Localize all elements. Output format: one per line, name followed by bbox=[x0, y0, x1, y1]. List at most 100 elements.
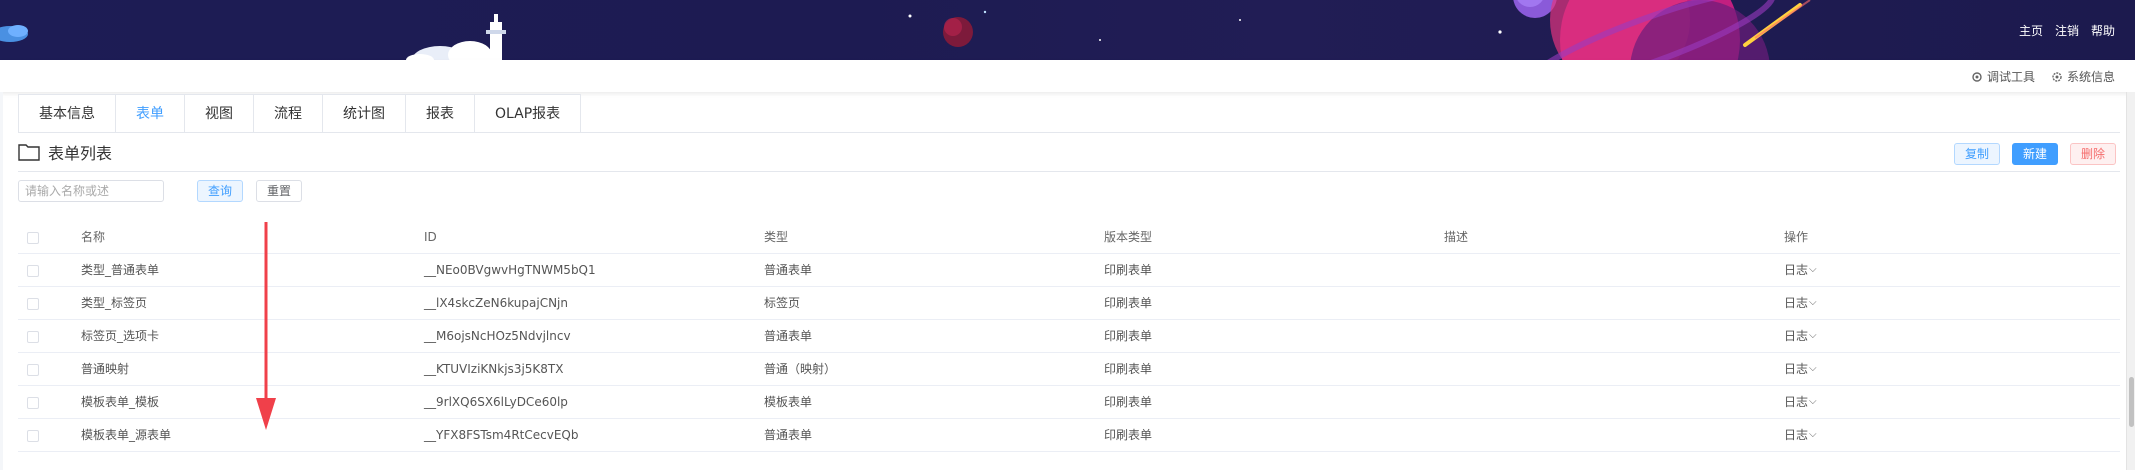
cell-version-type-text: 印刷表单 bbox=[1104, 428, 1153, 442]
cell-type: 模板表单 bbox=[764, 386, 812, 418]
banner-illustration bbox=[0, 0, 1811, 60]
forms-table: 名称 ID 类型 版本类型 描述 操作 类型_普通表单 __NEo0BVgwvHg… bbox=[18, 221, 2120, 452]
cell-id: __M6ojsNcHOz5Ndvjlncv bbox=[424, 320, 571, 352]
cell-name-text: 类型_标签页 bbox=[81, 296, 148, 310]
title-divider bbox=[18, 171, 2120, 172]
new-button[interactable]: 新建 bbox=[2011, 143, 2058, 165]
cell-type: 标签页 bbox=[764, 287, 800, 319]
cell-id-text: __YFX8FSTsm4RtCecvEQb bbox=[424, 428, 579, 442]
reset-button[interactable]: 重置 bbox=[256, 180, 303, 202]
column-header-description: 描述 bbox=[1444, 230, 1469, 244]
table-row[interactable]: 类型_标签页 __lX4skcZeN6kupajCNjn 标签页 印刷表单 日志⌵ bbox=[18, 287, 2120, 320]
cell-name-text: 普通映射 bbox=[81, 362, 130, 376]
top-nav-links: 主页 注销 帮助 bbox=[2019, 22, 2115, 39]
cell-name: 类型_普通表单 bbox=[81, 254, 159, 286]
nav-home-link[interactable]: 主页 bbox=[2019, 22, 2043, 39]
cell-id-text: __9rlXQ6SX6lLyDCe60lp bbox=[424, 395, 568, 409]
cell-name-text: 标签页_选项卡 bbox=[81, 329, 160, 343]
select-all-checkbox[interactable] bbox=[27, 232, 39, 244]
row-checkbox[interactable] bbox=[27, 265, 39, 277]
log-dropdown[interactable]: 日志⌵ bbox=[1784, 320, 1817, 354]
tab-olap-reports[interactable]: OLAP报表 bbox=[475, 95, 581, 133]
row-checkbox[interactable] bbox=[27, 364, 39, 376]
table-row[interactable]: 标签页_选项卡 __M6ojsNcHOz5Ndvjlncv 普通表单 印刷表单 日志⌵ bbox=[18, 320, 2120, 353]
cell-version-type: 印刷表单 bbox=[1104, 386, 1152, 418]
cell-name: 标签页_选项卡 bbox=[81, 320, 159, 352]
cell-id: __9rlXQ6SX6lLyDCe60lp bbox=[424, 386, 568, 418]
log-dropdown-text: 日志 bbox=[1784, 296, 1809, 310]
cell-type-text: 普通表单 bbox=[764, 329, 813, 343]
cell-type: 普通表单 bbox=[764, 320, 812, 352]
delete-button[interactable]: 删除 bbox=[2069, 143, 2116, 165]
tab-workflow[interactable]: 流程 bbox=[254, 95, 323, 133]
nav-logout-link[interactable]: 注销 bbox=[2055, 22, 2079, 39]
cell-id-text: __NEo0BVgwvHgTNWM5bQ1 bbox=[424, 263, 596, 277]
log-dropdown[interactable]: 日志⌵ bbox=[1784, 254, 1817, 288]
debug-tools-button[interactable]: 调试工具 bbox=[1971, 68, 2035, 85]
table-row[interactable]: 类型_普通表单 __NEo0BVgwvHgTNWM5bQ1 普通表单 印刷表单 日志⌵ bbox=[18, 254, 2120, 287]
copy-button[interactable]: 复制 bbox=[1953, 143, 2000, 165]
nav-help-link[interactable]: 帮助 bbox=[2091, 22, 2115, 39]
cell-type: 普通表单 bbox=[764, 419, 812, 451]
cell-name: 普通映射 bbox=[81, 353, 129, 385]
chevron-down-icon: ⌵ bbox=[1809, 297, 1817, 308]
cell-version-type: 印刷表单 bbox=[1104, 353, 1152, 385]
cell-type-text: 普通（映射） bbox=[764, 362, 837, 376]
tab-views[interactable]: 视图 bbox=[185, 95, 254, 133]
cell-version-type-text: 印刷表单 bbox=[1104, 296, 1153, 310]
row-checkbox[interactable] bbox=[27, 397, 39, 409]
search-input[interactable] bbox=[18, 180, 164, 202]
vertical-scrollbar[interactable] bbox=[2126, 92, 2135, 470]
cell-id-text: __lX4skcZeN6kupajCNjn bbox=[424, 296, 568, 310]
query-button[interactable]: 查询 bbox=[197, 180, 244, 202]
column-header-id: ID bbox=[424, 230, 437, 244]
tab-reports[interactable]: 报表 bbox=[406, 95, 475, 133]
chevron-down-icon: ⌵ bbox=[1809, 330, 1817, 341]
row-checkbox[interactable] bbox=[27, 331, 39, 343]
log-dropdown[interactable]: 日志⌵ bbox=[1784, 419, 1817, 453]
log-dropdown-text: 日志 bbox=[1784, 263, 1809, 277]
table-row[interactable]: 普通映射 __KTUVIziKNkjs3j5K8TX 普通（映射） 印刷表单 日志⌵ bbox=[18, 353, 2120, 386]
chevron-down-icon: ⌵ bbox=[1809, 396, 1817, 407]
tab-basic-info[interactable]: 基本信息 bbox=[19, 95, 116, 133]
cell-type-text: 普通表单 bbox=[764, 428, 813, 442]
cell-id: __NEo0BVgwvHgTNWM5bQ1 bbox=[424, 254, 596, 286]
log-dropdown[interactable]: 日志⌵ bbox=[1784, 353, 1817, 387]
page-title: 表单列表 bbox=[48, 144, 113, 163]
tab-charts[interactable]: 统计图 bbox=[323, 95, 406, 133]
column-header-type: 类型 bbox=[764, 230, 789, 244]
cell-type-text: 标签页 bbox=[764, 296, 801, 310]
cell-id: __YFX8FSTsm4RtCecvEQb bbox=[424, 419, 578, 451]
log-dropdown-text: 日志 bbox=[1784, 428, 1809, 442]
cell-name: 类型_标签页 bbox=[81, 287, 147, 319]
top-banner: 主页 注销 帮助 bbox=[0, 0, 2135, 60]
cell-type-text: 模板表单 bbox=[764, 395, 813, 409]
log-dropdown[interactable]: 日志⌵ bbox=[1784, 386, 1817, 420]
cell-version-type: 印刷表单 bbox=[1104, 287, 1152, 319]
action-buttons: 复制 新建 删除 bbox=[1953, 143, 2116, 165]
tab-forms[interactable]: 表单 bbox=[116, 95, 185, 133]
column-header-version-type: 版本类型 bbox=[1104, 230, 1153, 244]
scrollbar-thumb[interactable] bbox=[2129, 377, 2134, 427]
cell-name-text: 模板表单_源表单 bbox=[81, 428, 172, 442]
table-row[interactable]: 模板表单_模板 __9rlXQ6SX6lLyDCe60lp 模板表单 印刷表单 日志⌵ bbox=[18, 386, 2120, 419]
log-dropdown[interactable]: 日志⌵ bbox=[1784, 287, 1817, 321]
cell-name-text: 类型_普通表单 bbox=[81, 263, 160, 277]
system-info-button[interactable]: 系统信息 bbox=[2051, 68, 2115, 85]
log-dropdown-text: 日志 bbox=[1784, 329, 1809, 343]
cell-version-type: 印刷表单 bbox=[1104, 320, 1152, 352]
folder-icon bbox=[18, 144, 40, 161]
cell-name: 模板表单_模板 bbox=[81, 386, 159, 418]
left-edge bbox=[0, 92, 3, 470]
tabs-divider bbox=[18, 132, 2120, 133]
chevron-down-icon: ⌵ bbox=[1809, 363, 1817, 374]
cell-version-type-text: 印刷表单 bbox=[1104, 395, 1153, 409]
system-info-label: 系统信息 bbox=[2066, 70, 2115, 84]
cell-version-type: 印刷表单 bbox=[1104, 419, 1152, 451]
table-row[interactable]: 模板表单_源表单 __YFX8FSTsm4RtCecvEQb 普通表单 印刷表单 日志⌵ bbox=[18, 419, 2120, 452]
cell-version-type-text: 印刷表单 bbox=[1104, 263, 1153, 277]
row-checkbox[interactable] bbox=[27, 298, 39, 310]
row-checkbox[interactable] bbox=[27, 430, 39, 442]
tool-bar: 调试工具 系统信息 bbox=[0, 60, 2135, 92]
table-header: 名称 ID 类型 版本类型 描述 操作 bbox=[18, 221, 2120, 254]
